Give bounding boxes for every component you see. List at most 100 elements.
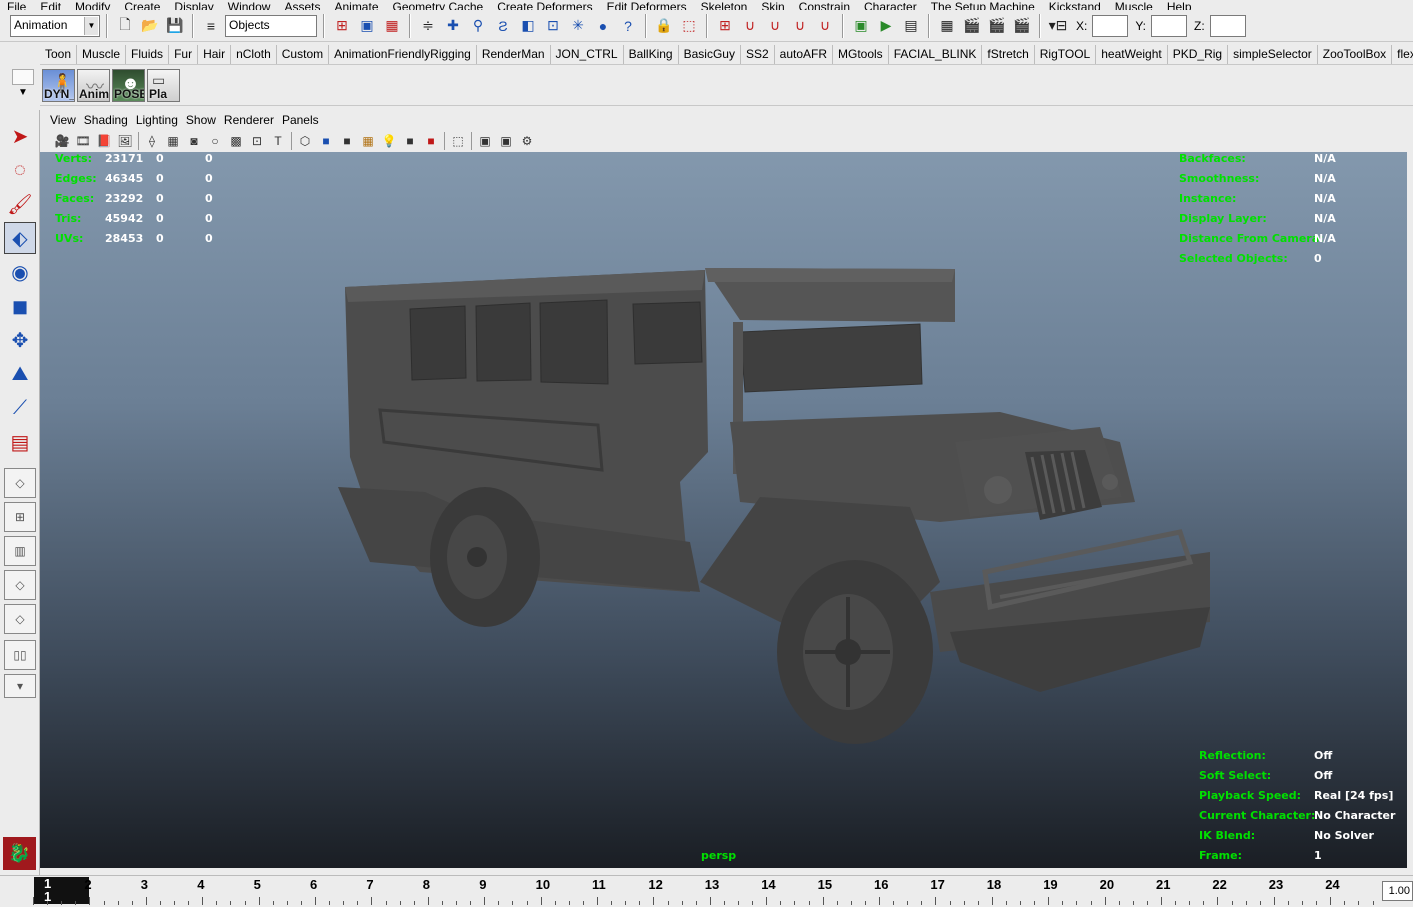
menu-create-deformers[interactable]: Create Deformers bbox=[490, 1, 599, 10]
shelf-tab-facial-blink[interactable]: FACIAL_BLINK bbox=[889, 45, 983, 64]
select-misc-icon[interactable]: ? bbox=[617, 15, 639, 37]
move-tool-icon[interactable]: ⬖ bbox=[4, 222, 36, 254]
shelf-tab-basicguy[interactable]: BasicGuy bbox=[679, 45, 741, 64]
shelf-tab-ballking[interactable]: BallKing bbox=[624, 45, 679, 64]
select-hierarchy-icon[interactable]: ⊞ bbox=[331, 15, 353, 37]
shelf-tab-toon[interactable]: Toon bbox=[40, 45, 78, 64]
shelf-tab-custom[interactable]: Custom bbox=[277, 45, 330, 64]
xray-icon[interactable]: ▣ bbox=[475, 131, 495, 151]
hypershade-layout-icon[interactable]: ◇ bbox=[4, 604, 36, 634]
menu-skeleton[interactable]: Skeleton bbox=[694, 1, 755, 10]
menu-window[interactable]: Window bbox=[221, 1, 278, 10]
panel-menu-shading[interactable]: Shading bbox=[80, 113, 132, 127]
paint-select-tool-icon[interactable]: 🖌 bbox=[4, 188, 36, 220]
menu-file[interactable]: File bbox=[0, 1, 33, 10]
y-input[interactable] bbox=[1151, 14, 1188, 37]
shelf-tab-mgtools[interactable]: MGtools bbox=[833, 45, 889, 64]
camera-attributes-icon[interactable]: 🎞 bbox=[73, 131, 93, 151]
shelf-menu-icon[interactable]: ▼ bbox=[12, 87, 34, 103]
shadows-icon[interactable]: ■ bbox=[400, 131, 420, 151]
menu-skin[interactable]: Skin bbox=[754, 1, 791, 10]
shelf-tab-simpleselector[interactable]: simpleSelector bbox=[1228, 45, 1318, 64]
menu-set-dropdown[interactable]: Animation ▼ bbox=[10, 14, 100, 37]
shelf-button-dyn[interactable]: 🧍 DYN_ bbox=[42, 68, 75, 102]
menu-muscle[interactable]: Muscle bbox=[1108, 1, 1160, 10]
select-deformers-icon[interactable]: ⊡ bbox=[542, 15, 564, 37]
panel-menu-view[interactable]: View bbox=[46, 113, 80, 127]
snap-curve-icon[interactable]: ∪ bbox=[739, 15, 761, 37]
universal-manipulator-icon[interactable]: ✥ bbox=[4, 324, 36, 356]
shaded-wireframe-icon[interactable]: ■ bbox=[337, 131, 357, 151]
panel-menu-lighting[interactable]: Lighting bbox=[132, 113, 182, 127]
shelf-tab-hair[interactable]: Hair bbox=[198, 45, 232, 64]
snap-grid-icon[interactable]: ⊞ bbox=[714, 15, 736, 37]
shelf-tab-heatweight[interactable]: heatWeight bbox=[1096, 45, 1168, 64]
select-joints-icon[interactable]: ⚲ bbox=[467, 15, 489, 37]
four-view-layout-icon[interactable]: ⊞ bbox=[4, 502, 36, 532]
show-manipulator-icon[interactable]: ⟋ bbox=[4, 392, 36, 424]
image-plane-icon[interactable]: 🖼 bbox=[115, 131, 135, 151]
shelf-button-anim[interactable]: 〰 Anim bbox=[77, 68, 110, 102]
shelf-tab-fstretch[interactable]: fStretch bbox=[982, 45, 1035, 64]
select-component-icon[interactable]: ▦ bbox=[381, 15, 403, 37]
shelf-button-pla[interactable]: ▭ Pla bbox=[147, 68, 180, 102]
film-gate-icon[interactable]: ▦ bbox=[163, 131, 183, 151]
soft-modification-icon[interactable]: ⛰ bbox=[4, 358, 36, 390]
menu-assets[interactable]: Assets bbox=[277, 1, 327, 10]
menu-kickstand[interactable]: Kickstand bbox=[1042, 1, 1108, 10]
resolution-gate-icon[interactable]: ◙ bbox=[184, 131, 204, 151]
selection-mask-icon[interactable]: ≡ bbox=[200, 15, 222, 37]
shelf-tab-pkd-rig[interactable]: PKD_Rig bbox=[1168, 45, 1229, 64]
select-surfaces-icon[interactable]: ◧ bbox=[517, 15, 539, 37]
ipr-icon[interactable]: 🎬 bbox=[986, 15, 1008, 37]
xray-active-icon[interactable]: ⚙ bbox=[517, 131, 537, 151]
menu-display[interactable]: Display bbox=[167, 1, 220, 10]
input-box-dropdown-icon[interactable]: ▾⊟ bbox=[1047, 15, 1069, 37]
last-tool-icon[interactable]: ▤ bbox=[4, 426, 36, 458]
menu-modify[interactable]: Modify bbox=[68, 1, 117, 10]
select-dynamics-icon[interactable]: ✳ bbox=[567, 15, 589, 37]
select-camera-icon[interactable]: 🎥 bbox=[52, 131, 72, 151]
shelf-tab-renderman[interactable]: RenderMan bbox=[477, 45, 551, 64]
snap-view-plane-icon[interactable]: ∪ bbox=[789, 15, 811, 37]
select-curves-icon[interactable]: Ƨ bbox=[492, 15, 514, 37]
select-tool-icon[interactable]: ➤ bbox=[4, 120, 36, 152]
two-pane-layout-icon[interactable]: ▯▯ bbox=[4, 640, 36, 670]
menu-setup-machine[interactable]: The Setup Machine bbox=[924, 1, 1042, 10]
selection-mode-field[interactable]: Objects bbox=[225, 14, 317, 37]
time-slider[interactable]: 1 1 2 3 4 5 6 7 8 9 10 11 12 13 14 15 16 17 18 19 20 21 22 23… bbox=[0, 875, 1413, 907]
menu-animate[interactable]: Animate bbox=[327, 1, 385, 10]
highlight-selection-icon[interactable]: ⬚ bbox=[678, 15, 700, 37]
mask-filter-icon[interactable]: ≑ bbox=[417, 15, 439, 37]
ipr-render-icon[interactable]: 🎬 bbox=[961, 15, 983, 37]
menu-create[interactable]: Create bbox=[117, 1, 167, 10]
single-perspective-layout-icon[interactable]: ◇ bbox=[4, 468, 36, 498]
rotate-tool-icon[interactable]: ◉ bbox=[4, 256, 36, 288]
input-ops-icon[interactable]: ▣ bbox=[850, 15, 872, 37]
shelf-tab-autoafr[interactable]: autoAFR bbox=[775, 45, 833, 64]
render-frame-icon[interactable]: ▦ bbox=[936, 15, 958, 37]
shelf-tab-animationfriendlyrigging[interactable]: AnimationFriendlyRigging bbox=[329, 45, 477, 64]
persp-graph-layout-icon[interactable]: ◇ bbox=[4, 570, 36, 600]
shelf-tab-fur[interactable]: Fur bbox=[169, 45, 199, 64]
shelf-tab-jon-ctrl[interactable]: JON_CTRL bbox=[551, 45, 624, 64]
lights-icon[interactable]: 💡 bbox=[379, 131, 399, 151]
hq-render-icon[interactable]: ■ bbox=[421, 131, 441, 151]
make-live-icon[interactable]: ∪ bbox=[814, 15, 836, 37]
scale-tool-icon[interactable]: ◼ bbox=[4, 290, 36, 322]
x-input[interactable] bbox=[1092, 14, 1129, 37]
output-ops-icon[interactable]: ▶ bbox=[875, 15, 897, 37]
bookmarks-icon[interactable]: 📕 bbox=[94, 131, 114, 151]
current-frame-marker[interactable]: 1 1 bbox=[34, 877, 89, 904]
menu-character[interactable]: Character bbox=[857, 1, 924, 10]
safe-title-icon[interactable]: T bbox=[268, 131, 288, 151]
isolate-select-icon[interactable]: ⬚ bbox=[448, 131, 468, 151]
shelf-tabs-toggle[interactable] bbox=[12, 69, 34, 85]
menu-edit-deformers[interactable]: Edit Deformers bbox=[600, 1, 694, 10]
panel-menu-panels[interactable]: Panels bbox=[278, 113, 323, 127]
shelf-tab-muscle[interactable]: Muscle bbox=[77, 45, 127, 64]
perspective-viewport[interactable]: Verts: 23171 0 0 Edges: 46345 0 0 Faces: 23292 0 0 T… bbox=[40, 152, 1407, 868]
panel-menu-show[interactable]: Show bbox=[182, 113, 220, 127]
shelf-tab-fluids[interactable]: Fluids bbox=[126, 45, 170, 64]
shelf-tab-flexiblepivotsystem[interactable]: flexiblePivotSystem bbox=[1392, 45, 1413, 64]
